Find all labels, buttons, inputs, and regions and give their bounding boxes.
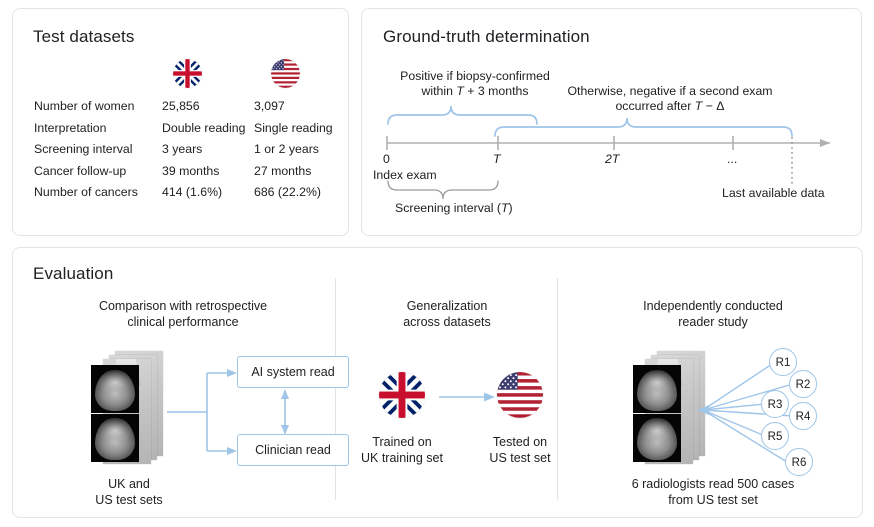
- brace-screening-interval: [388, 181, 498, 199]
- negative-note-line1: Otherwise, negative if a second exam: [560, 84, 780, 99]
- breast-tissue: [637, 370, 677, 411]
- table-row: Number of women 25,856 3,097: [34, 99, 334, 121]
- axis-tick-label-T: T: [493, 152, 501, 167]
- brace-positive-window: [388, 106, 537, 124]
- reader-badge-r4[interactable]: R4: [789, 402, 817, 430]
- index-exam-label: Index exam: [373, 168, 437, 183]
- eval-caption-b-left-line2: UK training set: [342, 450, 462, 466]
- eval-heading-a-line1: Comparison with retrospective: [49, 298, 317, 314]
- uk-flag-wrap-generalization: [379, 372, 425, 423]
- row-value-us: 1 or 2 years: [254, 142, 334, 164]
- axis-tick-label-ellipsis: ...: [727, 152, 737, 167]
- axis-tick-label-2T: 2T: [605, 152, 619, 167]
- generalization-arrow: [437, 384, 501, 410]
- us-flag-icon: [271, 59, 300, 88]
- us-flag-icon: [497, 372, 543, 418]
- clinician-read-label: Clinician read: [255, 443, 331, 457]
- us-flag-wrap-generalization: [497, 372, 543, 423]
- page-title-ground-truth: Ground-truth determination: [383, 27, 590, 47]
- positive-note-line2: within T + 3 months: [390, 84, 560, 99]
- row-label: Screening interval: [34, 142, 162, 164]
- panel-evaluation: Evaluation Comparison with retrospective…: [12, 247, 863, 518]
- mammogram-view-mlo: [633, 414, 681, 462]
- figure-root: Test datasets: [0, 0, 874, 527]
- row-label: Cancer follow-up: [34, 164, 162, 186]
- eval-caption-c-line2: from US test set: [593, 492, 833, 508]
- row-value-uk: 25,856: [162, 99, 254, 121]
- row-value-us: 27 months: [254, 164, 334, 186]
- reader-badge-r6[interactable]: R6: [785, 448, 813, 476]
- eval-caption-b-right-line2: US test set: [465, 450, 575, 466]
- row-label: Number of women: [34, 99, 162, 121]
- row-value-uk: Double reading: [162, 121, 254, 143]
- table-row: Cancer follow-up 39 months 27 months: [34, 164, 334, 186]
- table-row: Number of cancers 414 (1.6%) 686 (22.2%): [34, 185, 334, 207]
- eval-heading-b-line2: across datasets: [361, 314, 533, 330]
- panel-test-datasets: Test datasets: [12, 8, 349, 236]
- row-label: Number of cancers: [34, 185, 162, 207]
- row-value-us: Single reading: [254, 121, 334, 143]
- eval-caption-b-right-line1: Tested on: [465, 434, 575, 450]
- eval-heading-a-line2: clinical performance: [49, 314, 317, 330]
- row-value-uk: 414 (1.6%): [162, 185, 254, 207]
- breast-tissue: [637, 418, 677, 460]
- mammogram-view-cc: [91, 365, 139, 413]
- reader-badge-r5[interactable]: R5: [761, 422, 789, 450]
- row-value-uk: 39 months: [162, 164, 254, 186]
- row-value-us: 3,097: [254, 99, 334, 121]
- row-value-us: 686 (22.2%): [254, 185, 334, 207]
- uk-flag-header: [173, 59, 202, 93]
- test-datasets-table: Number of women 25,856 3,097 Interpretat…: [34, 99, 334, 207]
- negative-note-line2: occurred after T − Δ: [560, 99, 780, 114]
- mammogram-stack-uk-us: [91, 351, 167, 466]
- row-value-uk: 3 years: [162, 142, 254, 164]
- us-flag-header: [271, 59, 300, 93]
- uk-flag-icon: [379, 372, 425, 418]
- breast-tissue: [95, 418, 135, 460]
- panel-ground-truth: Ground-truth determination Positive if b…: [361, 8, 862, 236]
- ai-system-read-box[interactable]: AI system read: [237, 356, 349, 388]
- uk-flag-icon: [173, 59, 202, 88]
- reader-badge-r1[interactable]: R1: [769, 348, 797, 376]
- reader-badge-r2[interactable]: R2: [789, 370, 817, 398]
- page-title-evaluation: Evaluation: [33, 264, 113, 284]
- mammogram-stack-reader-study: [633, 351, 709, 466]
- divider-2: [557, 278, 558, 500]
- eval-caption-b-left-line1: Trained on: [342, 434, 462, 450]
- table-row: Interpretation Double reading Single rea…: [34, 121, 334, 143]
- eval-caption-a-line2: US test sets: [59, 492, 199, 508]
- eval-caption-a-line1: UK and: [59, 476, 199, 492]
- axis-tick-label-0: 0: [383, 152, 390, 167]
- reader-badge-r3[interactable]: R3: [761, 390, 789, 418]
- clinician-read-box[interactable]: Clinician read: [237, 434, 349, 466]
- mammogram-view-cc: [633, 365, 681, 413]
- row-label: Interpretation: [34, 121, 162, 143]
- breast-tissue: [95, 370, 135, 411]
- ai-system-read-label: AI system read: [251, 365, 334, 379]
- eval-heading-c-line1: Independently conducted: [597, 298, 829, 314]
- eval-caption-c-line1: 6 radiologists read 500 cases: [593, 476, 833, 492]
- table-row: Screening interval 3 years 1 or 2 years: [34, 142, 334, 164]
- brace-negative-window: [495, 118, 792, 136]
- last-available-data-label: Last available data: [722, 186, 825, 201]
- mammogram-view-mlo: [91, 414, 139, 462]
- eval-heading-c-line2: reader study: [597, 314, 829, 330]
- page-title-test-datasets: Test datasets: [33, 27, 134, 47]
- eval-heading-b-line1: Generalization: [361, 298, 533, 314]
- screening-interval-label: Screening interval (T): [395, 201, 513, 216]
- divider-1: [335, 278, 336, 500]
- positive-note-line1: Positive if biopsy-confirmed: [390, 69, 560, 84]
- timeline-arrow-head: [820, 139, 830, 147]
